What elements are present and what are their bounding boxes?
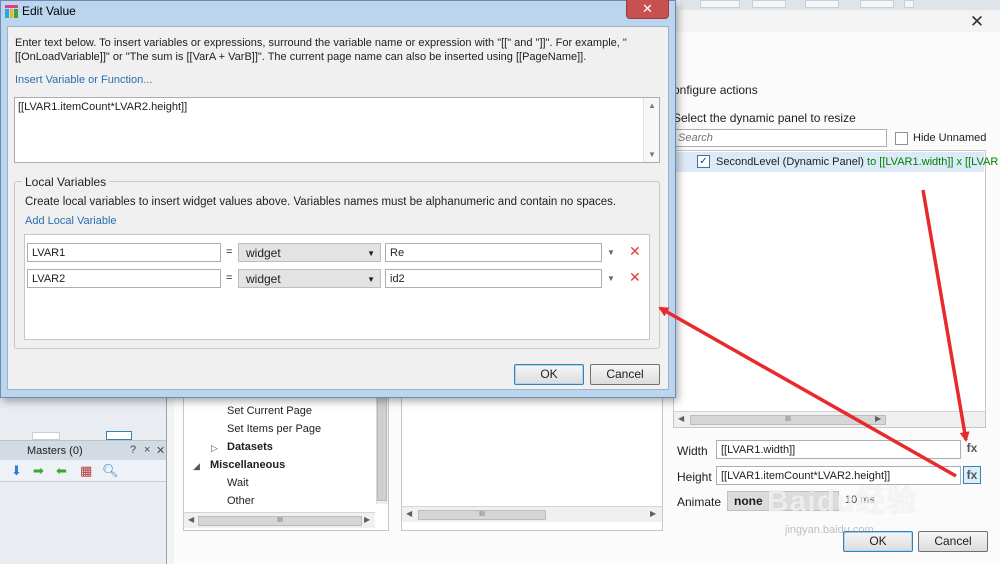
panel-checkbox[interactable]: ✓ [697, 155, 710, 168]
panel-row-label: SecondLevel (Dynamic Panel) to [[LVAR1.w… [716, 156, 998, 168]
variable-name-input[interactable]: LVAR2 [27, 269, 221, 288]
tree-item-wait[interactable]: Wait [227, 477, 249, 489]
delete-variable-icon[interactable]: ✕ [629, 269, 641, 286]
watermark-logo: Baidu经验 [767, 485, 918, 518]
scroll-thumb[interactable]: III [198, 516, 362, 526]
width-label: Width [677, 444, 708, 458]
width-fx-button[interactable]: fx [963, 440, 981, 458]
collapse-arrow-icon[interactable]: ◢ [193, 461, 200, 472]
app-icon [5, 5, 18, 18]
scroll-thumb[interactable]: III [690, 415, 886, 425]
dialog-title: Edit Value [22, 4, 76, 18]
toolbar-field[interactable] [805, 0, 839, 8]
panel-resize-detail: to [[LVAR1.width]] x [[LVAR [867, 156, 999, 168]
tree-item-miscellaneous[interactable]: Miscellaneous [210, 459, 285, 471]
variable-type-select[interactable]: widget ▼ [238, 243, 381, 262]
variable-type-value: widget [246, 246, 281, 260]
close-icon[interactable]: ✕ [156, 444, 165, 457]
animate-label: Animate [677, 495, 722, 509]
help-icon[interactable]: ? [130, 444, 136, 456]
dynamic-panel-list [673, 150, 986, 428]
variable-target-input[interactable]: id2 [385, 269, 602, 288]
scroll-down-icon[interactable]: ▼ [648, 150, 656, 159]
masters-pane [0, 400, 166, 564]
scroll-left-icon[interactable]: ◀ [406, 509, 412, 518]
height-fx-button[interactable]: fx [963, 466, 981, 484]
toolbar-field[interactable] [700, 0, 740, 8]
scroll-thumb[interactable]: III [418, 510, 546, 520]
delete-master-icon[interactable]: ▦ [80, 463, 92, 479]
variable-name-input[interactable]: LVAR1 [27, 243, 221, 262]
variable-type-value: widget [246, 272, 281, 286]
chevron-down-icon: ▼ [367, 275, 375, 284]
cancel-button[interactable]: Cancel [918, 531, 988, 552]
toolbar-field[interactable] [860, 0, 894, 8]
scroll-thumb[interactable] [377, 397, 387, 501]
hide-unnamed-checkbox[interactable] [895, 132, 908, 145]
chevron-down-icon: ▼ [367, 249, 375, 258]
toolbar-checkbox[interactable] [904, 0, 914, 8]
local-variables-description: Create local variables to insert widget … [25, 196, 617, 208]
panel-search-input[interactable] [673, 129, 887, 147]
vertical-scrollbar[interactable]: ▲ ▼ [643, 98, 659, 162]
widget-thumbnail [32, 432, 60, 440]
expression-value: [[LVAR1.itemCount*LVAR2.height]] [18, 101, 188, 113]
variable-target-input[interactable]: Re [385, 243, 602, 262]
instructions-text: Enter text below. To insert variables or… [15, 37, 627, 63]
scroll-left-icon[interactable]: ◀ [678, 414, 684, 423]
arrow-right-icon[interactable]: ➡ [33, 463, 44, 479]
equals-sign: = [226, 246, 233, 258]
insert-variable-link[interactable]: Insert Variable or Function... [15, 74, 152, 86]
width-input[interactable]: [[LVAR1.width]] [716, 440, 961, 459]
ok-button[interactable]: OK [514, 364, 584, 385]
pin-icon[interactable]: × [144, 444, 150, 456]
equals-sign: = [226, 272, 233, 284]
select-panel-label: Select the dynamic panel to resize [673, 111, 856, 125]
close-icon[interactable]: ✕ [626, 0, 669, 19]
horizontal-scrollbar[interactable]: ◀ III ▶ [674, 411, 985, 427]
close-icon[interactable]: ✕ [967, 13, 987, 31]
chevron-down-icon[interactable]: ▼ [607, 248, 615, 257]
search-icon[interactable]: 🔍︎ [102, 463, 119, 479]
delete-variable-icon[interactable]: ✕ [629, 243, 641, 260]
toolbar-field[interactable] [752, 0, 786, 8]
scroll-right-icon[interactable]: ▶ [650, 509, 656, 518]
local-variables-title: Local Variables [22, 175, 110, 189]
panel-name: SecondLevel (Dynamic Panel) [716, 156, 864, 168]
variable-type-select[interactable]: widget ▼ [238, 269, 381, 288]
scroll-right-icon[interactable]: ▶ [364, 515, 370, 524]
configure-actions-title: onfigure actions [673, 83, 758, 97]
hide-unnamed-label: Hide Unnamed [913, 132, 987, 144]
watermark-url: jingyan.baidu.com [785, 524, 874, 536]
expand-arrow-icon[interactable]: ▷ [211, 443, 218, 454]
cancel-button[interactable]: Cancel [590, 364, 660, 385]
scroll-left-icon[interactable]: ◀ [188, 515, 194, 524]
tree-item-other[interactable]: Other [227, 495, 255, 507]
arrow-down-icon[interactable]: ⬇ [11, 463, 22, 479]
tree-item-set-current-page[interactable]: Set Current Page [227, 405, 312, 417]
height-label: Height [677, 470, 712, 484]
add-local-variable-link[interactable]: Add Local Variable [25, 215, 117, 227]
horizontal-scrollbar[interactable]: ◀ III ▶ [184, 512, 375, 528]
tree-item-set-items-per-page[interactable]: Set Items per Page [227, 423, 321, 435]
animate-value: none [734, 494, 763, 508]
chevron-down-icon[interactable]: ▼ [607, 274, 615, 283]
scroll-up-icon[interactable]: ▲ [648, 101, 656, 110]
masters-title: Masters (0) [27, 445, 83, 457]
tree-item-datasets[interactable]: Datasets [227, 441, 273, 453]
scroll-right-icon[interactable]: ▶ [875, 414, 881, 423]
widget-thumbnail-selected [106, 431, 132, 440]
horizontal-scrollbar[interactable]: ◀ III ▶ [402, 506, 662, 522]
arrow-left-icon[interactable]: ⬅ [56, 463, 67, 479]
masters-header [0, 440, 166, 460]
